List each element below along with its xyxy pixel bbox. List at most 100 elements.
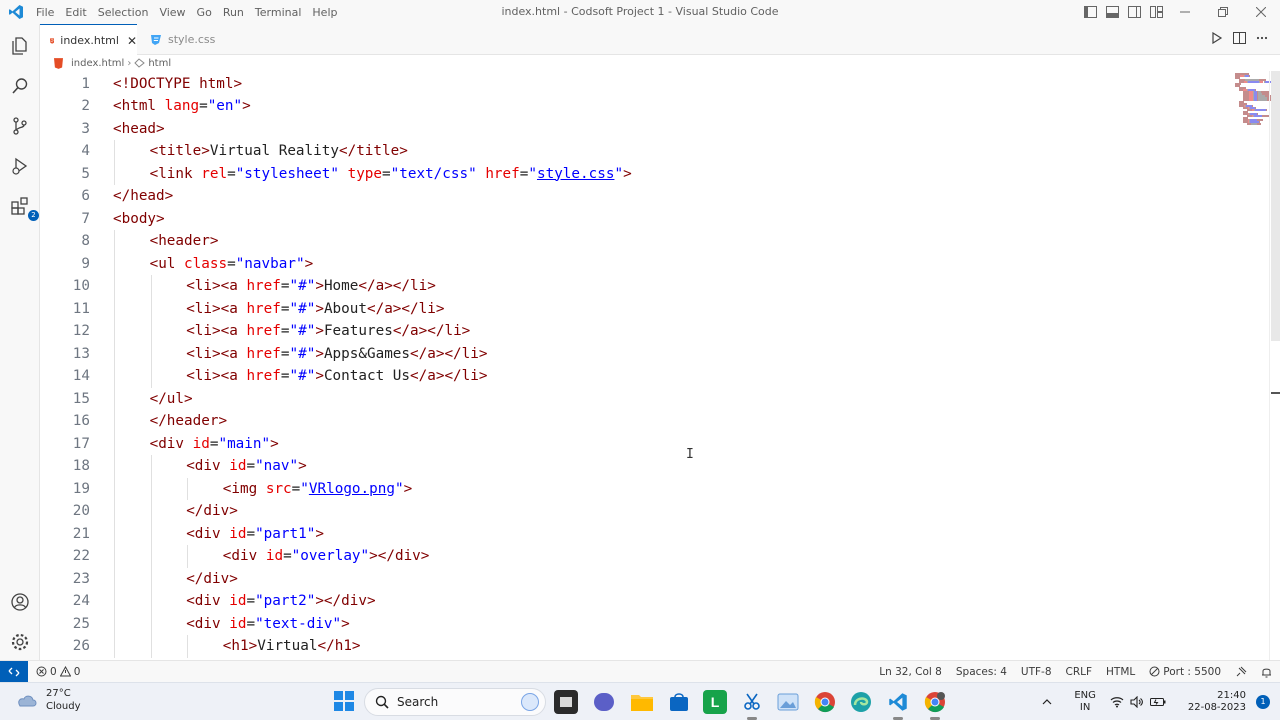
code-line[interactable]: </ul> [150, 388, 193, 411]
accounts-icon[interactable] [8, 590, 32, 614]
code-line[interactable]: <div id="overlay"></div> [223, 545, 430, 568]
indent-guide [114, 590, 115, 613]
live-server-port[interactable]: Port : 5500 [1149, 666, 1221, 678]
battery-icon[interactable] [1149, 696, 1166, 708]
customize-layout-icon[interactable] [1148, 4, 1164, 20]
code-line[interactable]: <div id="nav"> [186, 455, 307, 478]
code-line[interactable]: <html lang="en"> [113, 95, 251, 118]
chrome-icon[interactable] [813, 690, 837, 714]
photos-app-icon[interactable] [776, 690, 800, 714]
file-encoding[interactable]: UTF-8 [1021, 666, 1052, 678]
toggle-secondary-sidebar-icon[interactable] [1126, 4, 1142, 20]
explorer-icon[interactable] [8, 34, 32, 58]
search-icon[interactable] [8, 74, 32, 98]
problems-indicator[interactable]: 0 0 [36, 661, 80, 682]
vertical-scrollbar[interactable] [1269, 71, 1280, 660]
l-app-icon[interactable]: L [703, 690, 727, 714]
taskbar-search[interactable]: Search [364, 688, 546, 716]
chevron-up-icon[interactable] [1042, 698, 1052, 706]
close-window-icon[interactable] [1242, 0, 1280, 24]
error-count: 0 [50, 665, 57, 678]
file-explorer-dark-app-icon[interactable] [554, 690, 578, 714]
code-line[interactable]: <link rel="stylesheet" type="text/css" h… [150, 163, 632, 186]
code-line[interactable]: </header> [150, 410, 227, 433]
tab-close-icon[interactable]: ✕ [127, 34, 137, 48]
code-line[interactable]: <h1>Virtual</h1> [223, 635, 361, 658]
code-line[interactable]: <li><a href="#">Apps&Games</a></li> [186, 343, 487, 366]
code-line[interactable]: <head> [113, 118, 165, 141]
code-line[interactable]: <li><a href="#">About</a></li> [186, 298, 444, 321]
code-line[interactable]: <li><a href="#">Features</a></li> [186, 320, 470, 343]
wifi-icon[interactable] [1110, 696, 1124, 708]
extensions-icon[interactable]: 2 [8, 194, 39, 221]
restore-icon[interactable] [1204, 0, 1242, 24]
toggle-primary-sidebar-icon[interactable] [1082, 4, 1098, 20]
run-icon[interactable] [1211, 32, 1223, 44]
code-line[interactable]: <div id="part2"></div> [186, 590, 375, 613]
code-line[interactable]: <div id="main"> [150, 433, 279, 456]
code-line[interactable]: <!DOCTYPE html> [113, 73, 242, 96]
menu-item-edit[interactable]: Edit [65, 6, 93, 19]
volume-icon[interactable] [1130, 696, 1144, 708]
minimize-icon[interactable] [1166, 0, 1204, 24]
breadcrumb-file[interactable]: index.html [71, 58, 124, 69]
code-line[interactable]: <title>Virtual Reality</title> [150, 140, 408, 163]
code-line[interactable]: <ul class="navbar"> [150, 253, 314, 276]
code-line[interactable]: </head> [113, 185, 173, 208]
weather-widget[interactable]: 27°C Cloudy [14, 687, 80, 713]
source-control-icon[interactable] [8, 114, 32, 138]
code-editor[interactable]: 1 2 3 4 5 6 7 8 9 10 11 12 13 14 15 16 17 18 19 20 21 22 23 24 2… [40, 71, 1280, 660]
more-actions-icon[interactable] [1256, 32, 1268, 44]
code-line[interactable]: <img src="VRlogo.png"> [223, 478, 412, 501]
split-editor-icon[interactable] [1233, 32, 1246, 44]
menu-item-selection[interactable]: Selection [98, 6, 156, 19]
edge-icon[interactable] [849, 690, 873, 714]
run-debug-icon[interactable] [8, 154, 32, 178]
file-explorer-icon[interactable] [630, 690, 654, 714]
code-token: <html [113, 98, 165, 114]
line-ending[interactable]: CRLF [1066, 666, 1093, 678]
input-language[interactable]: ENG IN [1074, 690, 1096, 714]
system-clock[interactable]: 21:40 22-08-2023 [1188, 690, 1246, 714]
snipping-tool-icon[interactable] [740, 690, 764, 714]
code-token: = [280, 345, 290, 362]
code-area[interactable]: <!DOCTYPE html> <html lang="en"> <head> <ti… [113, 71, 1193, 660]
tab-style-css[interactable]: style.css [140, 24, 236, 55]
menu-item-go[interactable]: Go [197, 6, 219, 19]
menu-item-run[interactable]: Run [223, 6, 251, 19]
code-line[interactable]: <body> [113, 208, 165, 231]
notifications-bell-icon[interactable] [1261, 666, 1272, 678]
feedback-icon[interactable] [1235, 666, 1247, 678]
code-line[interactable]: <li><a href="#">Contact Us</a></li> [186, 365, 487, 388]
windows-start-icon[interactable] [334, 691, 354, 711]
scrollbar-thumb[interactable] [1271, 71, 1280, 341]
store-app-icon[interactable] [667, 690, 691, 714]
menu-item-terminal[interactable]: Terminal [255, 6, 309, 19]
code-line[interactable]: <li><a href="#">Home</a></li> [186, 275, 436, 298]
chat-app-icon[interactable] [592, 690, 616, 714]
menu-item-view[interactable]: View [159, 6, 192, 19]
code-line[interactable]: </div> [186, 568, 238, 591]
indentation-setting[interactable]: Spaces: 4 [956, 666, 1007, 678]
language-mode[interactable]: HTML [1106, 666, 1135, 678]
code-token: <h1> [222, 638, 258, 654]
cursor-position[interactable]: Ln 32, Col 8 [879, 666, 942, 678]
code-token: <div [186, 615, 230, 632]
tab-index-html[interactable]: index.html ✕ [40, 24, 137, 56]
settings-gear-icon[interactable] [8, 630, 32, 654]
menu-item-file[interactable]: File [36, 6, 61, 19]
breadcrumb-symbol[interactable]: html [148, 58, 171, 69]
vscode-taskbar-icon[interactable] [886, 690, 910, 714]
code-token: <li><a [186, 278, 247, 294]
remote-indicator-icon[interactable] [0, 661, 28, 682]
chrome-profile-icon[interactable] [923, 690, 947, 714]
minimap[interactable] [1193, 71, 1280, 660]
code-line[interactable]: <div id="part1"> [186, 523, 324, 546]
code-line[interactable]: <div id="text-div"> [186, 613, 350, 636]
code-line[interactable]: </div> [186, 500, 238, 523]
menu-item-help[interactable]: Help [312, 6, 344, 19]
code-line[interactable]: <header> [150, 230, 219, 253]
notification-badge[interactable]: 1 [1256, 695, 1270, 709]
toggle-panel-icon[interactable] [1104, 4, 1120, 20]
